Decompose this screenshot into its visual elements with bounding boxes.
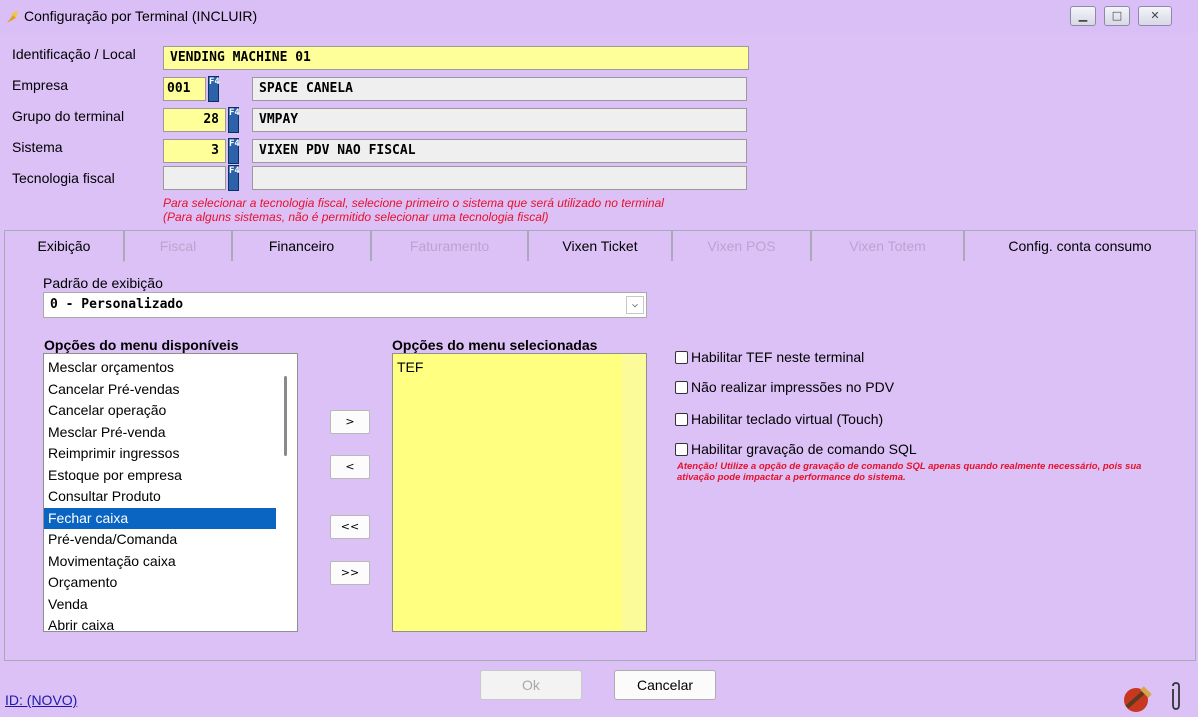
chevron-down-icon[interactable]: ⌵ bbox=[626, 296, 644, 314]
maximize-icon[interactable]: □ bbox=[1104, 6, 1130, 26]
tecnologia-f4-icon[interactable]: F4 bbox=[228, 165, 240, 191]
padrao-exibicao-select[interactable]: 0 - Personalizado ⌵ bbox=[43, 292, 647, 318]
list-item[interactable]: Estoque por empresa bbox=[44, 465, 276, 487]
no-print-checkbox[interactable] bbox=[675, 381, 688, 394]
empresa-name-field: SPACE CANELA bbox=[252, 77, 747, 101]
grupo-label: Grupo do terminal bbox=[12, 108, 125, 124]
title-bar: Configuração por Terminal (INCLUIR) ▁ □ … bbox=[0, 0, 1198, 33]
ok-button[interactable]: Ok bbox=[480, 670, 582, 700]
virtual-keyboard-checkbox-label[interactable]: Habilitar teclado virtual (Touch) bbox=[691, 411, 883, 427]
menu-disponiveis-title: Opções do menu disponíveis bbox=[44, 337, 239, 353]
remove-all-button[interactable]: << bbox=[330, 515, 370, 539]
sistema-f4-icon[interactable]: F4 bbox=[228, 138, 240, 164]
grupo-code-input[interactable]: 28 bbox=[163, 108, 226, 132]
tools-icon[interactable] bbox=[1122, 683, 1156, 713]
list-item[interactable]: TEF bbox=[393, 357, 646, 379]
app-icon bbox=[7, 11, 18, 23]
sistema-name-field: VIXEN PDV NAO FISCAL bbox=[252, 139, 747, 163]
empresa-f4-icon[interactable]: F4 bbox=[208, 76, 220, 102]
tab-config-conta-consumo[interactable]: Config. conta consumo bbox=[964, 230, 1196, 261]
list-item[interactable]: Orçamento bbox=[44, 572, 276, 594]
padrao-exibicao-label: Padrão de exibição bbox=[43, 275, 163, 291]
list-item[interactable]: Reimprimir ingressos bbox=[44, 443, 276, 465]
list-scrollbar[interactable] bbox=[284, 376, 287, 456]
tab-financeiro[interactable]: Financeiro bbox=[232, 230, 371, 261]
identificacao-input[interactable]: VENDING MACHINE 01 bbox=[163, 46, 749, 70]
list-item[interactable]: Pré-venda/Comanda bbox=[44, 529, 276, 551]
tecnologia-code-input[interactable] bbox=[163, 166, 226, 190]
sql-warning-text: Atenção! Utilize a opção de gravação de … bbox=[677, 461, 1142, 483]
tab-exibicao[interactable]: Exibição bbox=[4, 230, 124, 262]
padrao-exibicao-value: 0 - Personalizado bbox=[50, 297, 184, 312]
empresa-code-input[interactable]: 001 bbox=[163, 77, 206, 101]
add-selected-button[interactable]: > bbox=[330, 410, 370, 434]
no-print-checkbox-label[interactable]: Não realizar impressões no PDV bbox=[691, 379, 894, 395]
list-item[interactable]: Mesclar orçamentos bbox=[44, 357, 276, 379]
menu-selecionadas-title: Opções do menu selecionadas bbox=[392, 337, 598, 353]
tef-checkbox[interactable] bbox=[675, 351, 688, 364]
paperclip-icon[interactable] bbox=[1168, 681, 1184, 711]
tef-checkbox-label[interactable]: Habilitar TEF neste terminal bbox=[691, 349, 864, 365]
window-title: Configuração por Terminal (INCLUIR) bbox=[24, 8, 258, 24]
list-item[interactable]: Consultar Produto bbox=[44, 486, 276, 508]
sql-log-checkbox-label[interactable]: Habilitar gravação de comando SQL bbox=[691, 441, 917, 457]
record-id-link[interactable]: ID: (NOVO) bbox=[5, 692, 77, 708]
tab-faturamento[interactable]: Faturamento bbox=[371, 230, 528, 261]
list-item[interactable]: Movimentação caixa bbox=[44, 551, 276, 573]
empresa-label: Empresa bbox=[12, 77, 69, 93]
identificacao-label: Identificação / Local bbox=[12, 46, 136, 62]
grupo-f4-icon[interactable]: F4 bbox=[228, 107, 240, 133]
tecnologia-name-field bbox=[252, 166, 747, 190]
list-item[interactable]: Abrir caixa bbox=[44, 615, 276, 631]
cancel-button[interactable]: Cancelar bbox=[614, 670, 716, 700]
tab-vixen-pos[interactable]: Vixen POS bbox=[672, 230, 811, 261]
sistema-label: Sistema bbox=[12, 139, 63, 155]
remove-selected-button[interactable]: < bbox=[330, 455, 370, 479]
list-item[interactable]: Mesclar Pré-venda bbox=[44, 422, 276, 444]
list-item[interactable]: Cancelar Pré-vendas bbox=[44, 379, 276, 401]
tecnologia-hint-2: (Para alguns sistemas, não é permitido s… bbox=[163, 210, 549, 224]
virtual-keyboard-checkbox[interactable] bbox=[675, 413, 688, 426]
grupo-name-field: VMPAY bbox=[252, 108, 747, 132]
list-item-selected[interactable]: Fechar caixa bbox=[44, 507, 276, 529]
tab-fiscal[interactable]: Fiscal bbox=[124, 230, 232, 261]
sistema-code-input[interactable]: 3 bbox=[163, 139, 226, 163]
tecnologia-label: Tecnologia fiscal bbox=[12, 170, 115, 186]
tab-vixen-ticket[interactable]: Vixen Ticket bbox=[528, 230, 672, 261]
sql-log-checkbox[interactable] bbox=[675, 443, 688, 456]
add-all-button[interactable]: >> bbox=[330, 561, 370, 585]
minimize-icon[interactable]: ▁ bbox=[1070, 6, 1096, 26]
tecnologia-hint-1: Para selecionar a tecnologia fiscal, sel… bbox=[163, 196, 664, 210]
list-scrollbar[interactable] bbox=[622, 354, 646, 631]
tab-vixen-totem[interactable]: Vixen Totem bbox=[811, 230, 964, 261]
menu-selecionadas-list[interactable]: TEF bbox=[392, 353, 647, 632]
list-item[interactable]: Venda bbox=[44, 594, 276, 616]
menu-disponiveis-list[interactable]: Mesclar orçamentos Cancelar Pré-vendas C… bbox=[43, 353, 298, 632]
close-icon[interactable]: ✕ bbox=[1138, 6, 1172, 26]
list-item[interactable]: Cancelar operação bbox=[44, 400, 276, 422]
